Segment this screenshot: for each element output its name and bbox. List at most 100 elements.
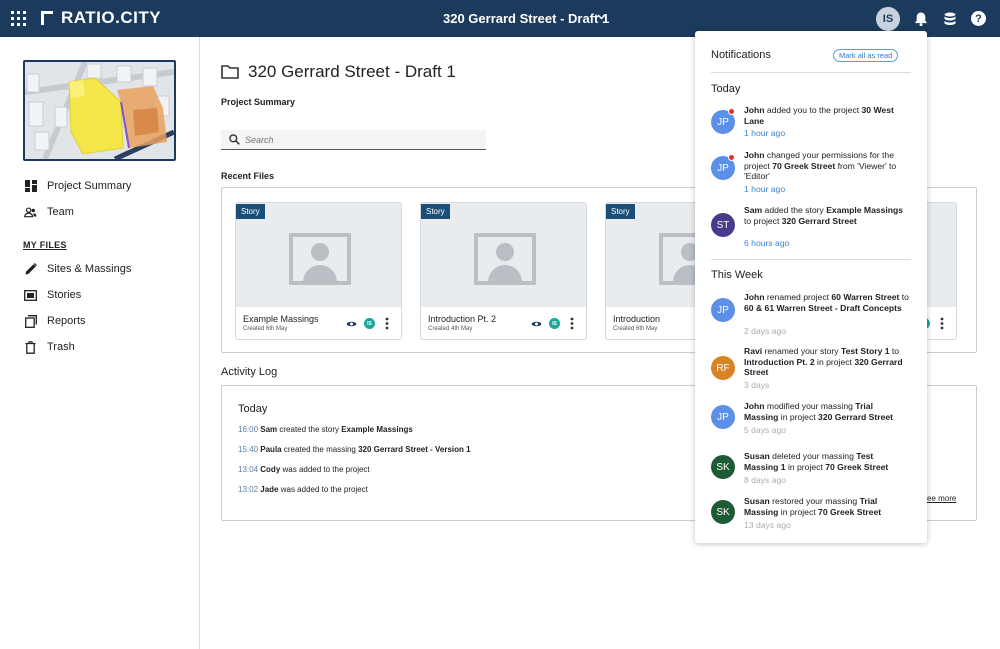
sidebar-item-stories[interactable]: Stories (24, 287, 81, 303)
notification-item[interactable]: JP John added you to the project 30 West … (711, 105, 911, 149)
notification-avatar: RF (711, 356, 735, 380)
eye-icon[interactable] (346, 320, 357, 328)
file-name: Introduction Pt. 2 (428, 314, 497, 324)
activity-row: 13:04 Cody was added to the project (238, 465, 370, 474)
search-input[interactable] (245, 134, 465, 145)
trash-icon (24, 340, 37, 354)
sidebar-item-sites-massings[interactable]: Sites & Massings (24, 261, 131, 277)
activity-row: 13:02 Jade was added to the project (238, 485, 368, 494)
notification-item[interactable]: JP John renamed project 60 Warren Street … (711, 292, 911, 336)
notification-time: 2 days ago (744, 326, 787, 336)
more-icon[interactable] (570, 317, 574, 330)
notifications-title: Notifications (711, 49, 771, 61)
see-more-link[interactable]: ee more (927, 494, 956, 503)
notification-text: Susan deleted your massing Test Massing … (744, 451, 889, 472)
help-icon[interactable]: ? (971, 11, 986, 26)
notification-text: Ravi renamed your story Test Story 1 to … (744, 346, 903, 377)
folder-icon (221, 65, 239, 79)
sidebar-item-team[interactable]: Team (24, 204, 74, 220)
notifications-panel: Notifications Mark all as read Today Thi… (695, 31, 927, 543)
activity-row: 15:40 Paula created the massing 320 Gerr… (238, 445, 471, 454)
recent-files-heading: Recent Files (221, 171, 275, 181)
file-name: Introduction (613, 314, 661, 324)
notification-text: Sam added the story Example Massings to … (744, 205, 904, 226)
notification-time: 8 days ago (744, 475, 787, 485)
stories-icon (24, 289, 37, 302)
sidebar-item-label: Project Summary (47, 180, 132, 192)
file-card[interactable]: Story Introduction Pt. 2 Created 4th May… (420, 202, 587, 340)
notification-item[interactable]: SK Susan restored your massing Trial Mass… (711, 496, 911, 540)
pencil-icon (24, 263, 37, 276)
activity-log-heading: Activity Log (221, 366, 278, 378)
mark-all-read-button[interactable]: Mark all as read (833, 49, 899, 62)
notification-avatar: SK (711, 455, 735, 479)
sidebar-item-project-summary[interactable]: Project Summary (24, 178, 131, 194)
story-tag: Story (421, 204, 450, 219)
user-badge: IS (549, 318, 560, 329)
notification-text: John changed your permissions for the pr… (744, 150, 897, 181)
notification-item[interactable]: ST Sam added the story Example Massings t… (711, 205, 911, 249)
unread-dot-icon (728, 108, 735, 115)
logo[interactable]: RATIO.CITY (41, 8, 162, 27)
notification-item[interactable]: JP John modified your massing Trial Massi… (711, 401, 911, 445)
story-tag: Story (606, 204, 635, 219)
search-bar[interactable] (221, 130, 486, 150)
sidebar-item-label: Sites & Massings (47, 263, 132, 275)
notification-text: John modified your massing Trial Massing… (744, 401, 894, 422)
notification-time: 1 hour ago (744, 128, 786, 138)
notification-text: Susan restored your massing Trial Massin… (744, 496, 882, 517)
eye-icon[interactable] (531, 320, 542, 328)
dashboard-icon (24, 180, 37, 193)
file-date: Created 4th May (428, 326, 473, 332)
sidebar: Project Summary Team MY FILES Sites & Ma… (0, 37, 200, 649)
database-icon[interactable] (942, 11, 958, 27)
sidebar-item-label: Reports (47, 315, 86, 327)
user-avatar[interactable]: IS (876, 7, 900, 31)
bell-icon[interactable] (913, 11, 929, 27)
divider (711, 72, 911, 73)
my-files-heading: MY FILES (23, 240, 67, 250)
notification-time: 1 hour ago (744, 184, 786, 194)
notifications-today-heading: Today (711, 83, 741, 95)
notification-item[interactable]: RF Ravi renamed your story Test Story 1 t… (711, 346, 911, 390)
copy-icon (24, 314, 37, 328)
page-subtitle: Project Summary (221, 97, 296, 107)
sidebar-item-reports[interactable]: Reports (24, 313, 86, 329)
activity-row: 16:00 Sam created the story Example Mass… (238, 425, 413, 434)
people-icon (24, 206, 37, 219)
chevron-down-icon[interactable] (597, 12, 606, 23)
notification-item[interactable]: SK Susan deleted your massing Test Massin… (711, 451, 911, 495)
file-date: Created 6th May (613, 326, 658, 332)
file-card[interactable]: Story Example Massings Created 6th May I… (235, 202, 402, 340)
activity-today-heading: Today (238, 403, 268, 415)
notification-item[interactable]: JP John changed your permissions for the … (711, 150, 911, 194)
search-icon (229, 134, 240, 145)
file-date: Created 6th May (243, 326, 288, 332)
notification-time: 13 days ago (744, 520, 791, 530)
user-badge: IS (364, 318, 375, 329)
unread-dot-icon (728, 154, 735, 161)
notification-avatar: SK (711, 500, 735, 524)
notification-time: 3 days (744, 380, 770, 390)
more-icon[interactable] (385, 317, 389, 330)
project-map-thumbnail[interactable] (23, 60, 176, 161)
divider (711, 259, 911, 260)
page-title-text: 320 Gerrard Street - Draft 1 (248, 62, 456, 81)
sidebar-item-trash[interactable]: Trash (24, 339, 75, 355)
notifications-week-heading: This Week (711, 269, 763, 281)
notification-avatar: JP (711, 405, 735, 429)
more-icon[interactable] (940, 317, 944, 330)
notification-text: John added you to the project 30 West La… (744, 105, 894, 126)
notification-avatar: ST (711, 213, 735, 237)
notification-time: 6 hours ago (744, 238, 790, 248)
notification-avatar: JP (711, 298, 735, 322)
sidebar-item-label: Trash (47, 341, 75, 353)
project-title[interactable]: 320 Gerrard Street - Draft 1 (443, 11, 609, 26)
sidebar-item-label: Stories (47, 289, 82, 301)
page-title: 320 Gerrard Street - Draft 1 (221, 62, 456, 82)
notification-time: 5 days ago (744, 425, 787, 435)
app-grid-icon[interactable] (11, 11, 26, 26)
logo-text: RATIO.CITY (61, 8, 162, 27)
logo-mark-icon (41, 11, 53, 25)
file-name: Example Massings (243, 314, 319, 324)
